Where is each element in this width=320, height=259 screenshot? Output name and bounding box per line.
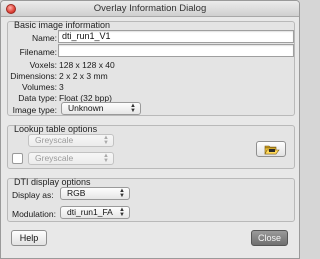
dti-title: DTI display options <box>14 177 91 187</box>
lut-secondary-select[interactable]: Greyscale ▲ ▼ <box>28 152 114 165</box>
imagetype-value: Unknown <box>68 103 104 113</box>
lut-group: Lookup table options Greyscale ▲ ▼ Greysc… <box>7 124 295 169</box>
lut-primary-value: Greyscale <box>35 135 74 145</box>
chevron-updown-icon: ▲ ▼ <box>119 188 125 199</box>
folder-open-icon <box>264 145 280 155</box>
chevron-updown-icon: ▲ ▼ <box>119 207 125 218</box>
load-lut-button[interactable] <box>256 141 286 157</box>
dti-group: DTI display options Display as: RGB ▲ ▼ M… <box>7 177 295 222</box>
display-as-value: RGB <box>67 188 86 198</box>
modulation-value: dti_run1_FA <box>67 207 113 217</box>
basic-info-title: Basic image information <box>14 20 111 30</box>
chevron-updown-icon: ▲ ▼ <box>130 103 136 114</box>
imagetype-label: Image type: <box>12 105 57 115</box>
lut-title: Lookup table options <box>14 124 98 134</box>
overlay-info-dialog: Overlay Information Dialog Basic image i… <box>0 0 300 259</box>
dimensions-value: 2 x 2 x 3 mm <box>59 71 108 81</box>
lut-secondary-checkbox[interactable] <box>12 153 23 164</box>
chevron-updown-icon: ▲ ▼ <box>103 135 109 146</box>
dimensions-label: Dimensions: <box>10 71 57 81</box>
help-button[interactable]: Help <box>11 230 47 246</box>
lut-primary-select[interactable]: Greyscale ▲ ▼ <box>28 134 114 147</box>
voxels-label: Voxels: <box>29 60 57 70</box>
lut-secondary-value: Greyscale <box>35 153 74 163</box>
display-as-label: Display as: <box>12 190 54 200</box>
close-button[interactable]: Close <box>251 230 288 246</box>
filename-label: Filename: <box>19 47 57 57</box>
modulation-label: Modulation: <box>12 209 56 219</box>
modulation-select[interactable]: dti_run1_FA ▲ ▼ <box>60 206 130 219</box>
close-icon[interactable] <box>6 4 16 14</box>
title-bar: Overlay Information Dialog <box>1 1 299 17</box>
voxels-value: 128 x 128 x 40 <box>59 60 115 70</box>
name-field[interactable]: dti_run1_V1 <box>58 30 294 43</box>
basic-info-group: Basic image information Name: dti_run1_V… <box>7 20 295 116</box>
filename-field[interactable] <box>58 44 294 57</box>
window-title: Overlay Information Dialog <box>93 3 207 14</box>
name-label: Name: <box>31 33 57 43</box>
datatype-label: Data type: <box>18 93 57 103</box>
display-as-select[interactable]: RGB ▲ ▼ <box>60 187 130 200</box>
chevron-updown-icon: ▲ ▼ <box>103 153 109 164</box>
volumes-value: 3 <box>59 82 64 92</box>
volumes-label: Volumes: <box>22 82 57 92</box>
imagetype-select[interactable]: Unknown ▲ ▼ <box>61 102 141 115</box>
